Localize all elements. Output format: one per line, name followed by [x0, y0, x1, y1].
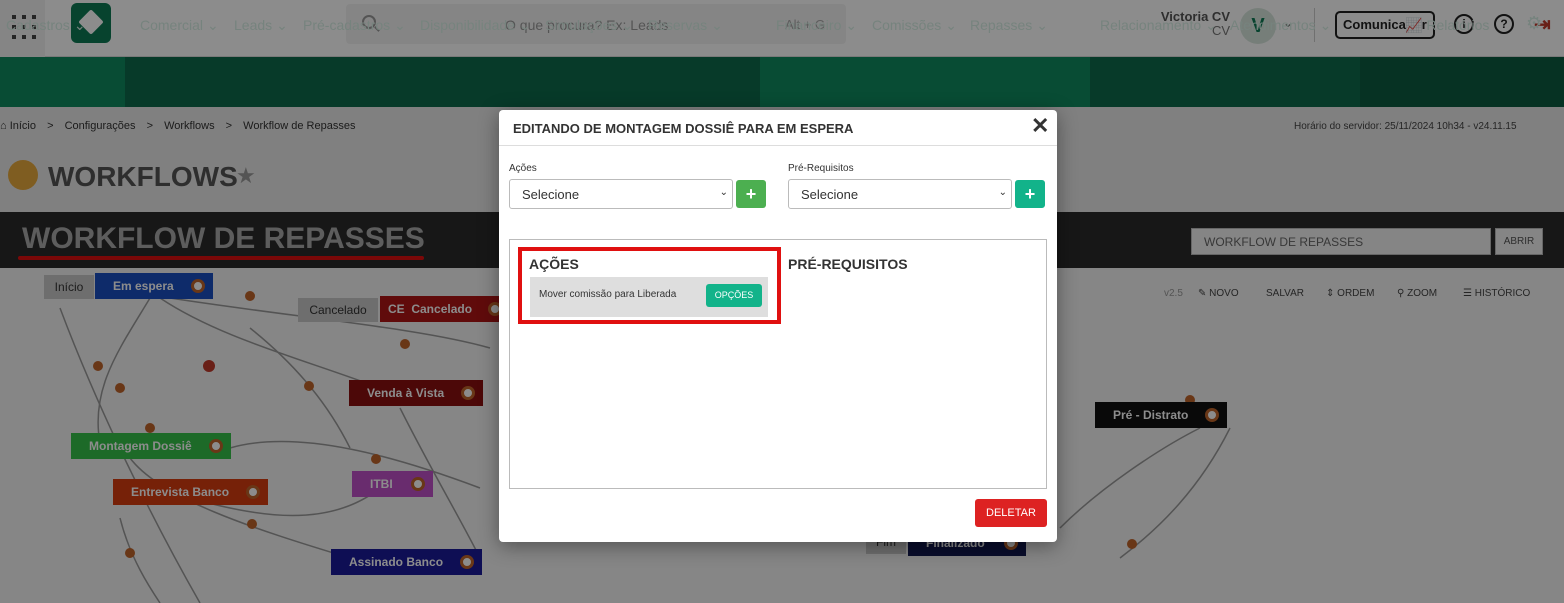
modal-title: EDITANDO DE MONTAGEM DOSSIÊ PARA EM ESPE… — [513, 121, 854, 136]
edit-transition-modal: EDITANDO DE MONTAGEM DOSSIÊ PARA EM ESPE… — [499, 110, 1057, 542]
prereq-label: Pré-Requisitos — [788, 163, 854, 174]
add-acao-button[interactable]: + — [736, 180, 766, 208]
modal-header: EDITANDO DE MONTAGEM DOSSIÊ PARA EM ESPE… — [499, 110, 1057, 146]
acoes-label: Ações — [509, 163, 537, 174]
acoes-select[interactable]: Selecione ⌄ — [509, 179, 733, 209]
list-item: Mover comissão para Liberada OPÇÕES — [530, 277, 768, 317]
action-label: Mover comissão para Liberada — [539, 289, 677, 300]
delete-button[interactable]: DELETAR — [975, 499, 1047, 527]
add-prereq-button[interactable]: + — [1015, 180, 1045, 208]
close-icon[interactable]: ✕ — [1031, 114, 1049, 138]
prereq-heading: PRÉ-REQUISITOS — [788, 256, 908, 272]
chevron-down-icon: ⌄ — [998, 187, 1007, 198]
prereq-select[interactable]: Selecione ⌄ — [788, 179, 1012, 209]
acoes-heading: AÇÕES — [529, 256, 579, 272]
options-button[interactable]: OPÇÕES — [706, 284, 762, 307]
chevron-down-icon: ⌄ — [719, 187, 728, 198]
